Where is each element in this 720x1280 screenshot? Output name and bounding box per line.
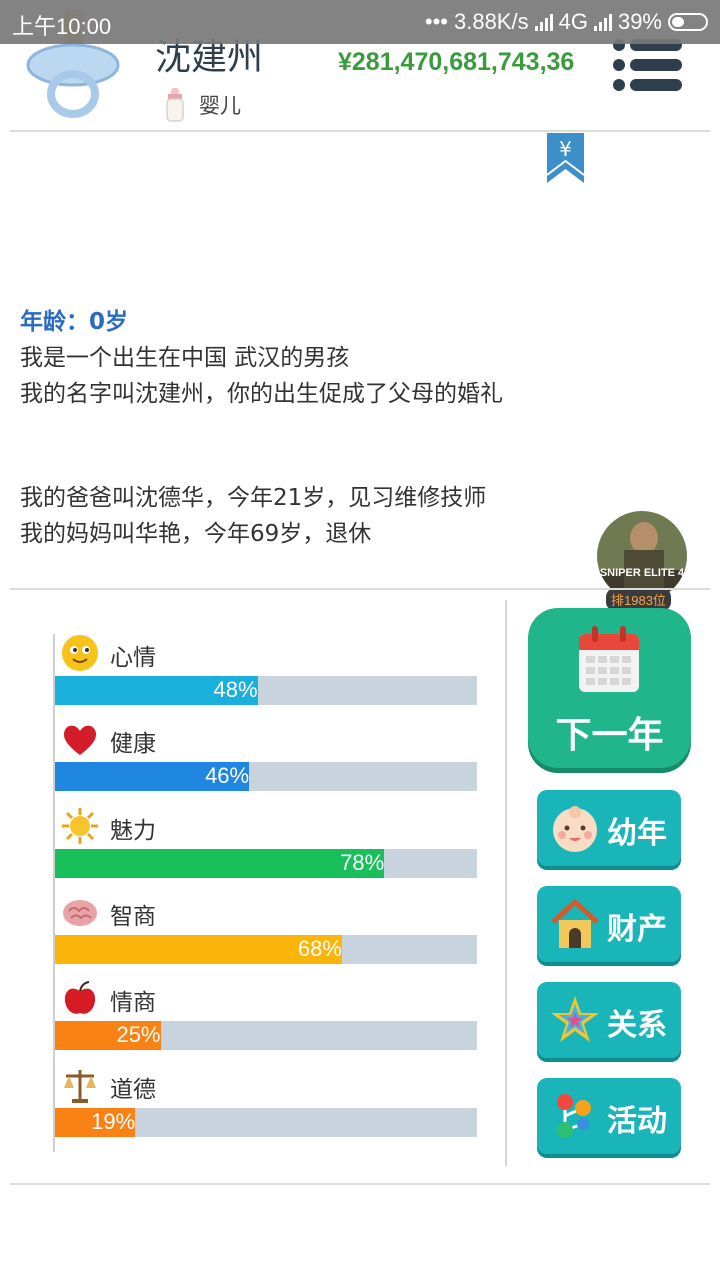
life-stage-label: 婴儿 (199, 94, 241, 118)
status-bar: 上午10:00 ••• 3.88K/s 4G 39% (0, 0, 720, 44)
battery-percent: 39% (617, 9, 662, 34)
story-line: 我的名字叫沈建州，你的出生促成了父母的婚礼 (20, 381, 503, 407)
next-year-label: 下一年 (555, 715, 664, 756)
sun-icon (62, 807, 98, 844)
signal-icon-2 (593, 13, 612, 31)
apple-icon (64, 981, 96, 1014)
stat-label: 道德 (110, 1076, 156, 1103)
story-block-2: 我的爸爸叫沈德华，今年21岁，见习维修技师 我的妈妈叫华艳，今年69岁，退休 (20, 480, 486, 552)
money-balance: ¥281,470,681,743,36 (338, 48, 575, 76)
stat-bar-fill: 78% (55, 848, 385, 878)
relations-label: 关系 (607, 1008, 667, 1043)
network-speed: 3.88K/s (453, 9, 529, 34)
age-line: 年龄：0岁 (20, 309, 129, 335)
signal-icon (534, 13, 553, 31)
stat-bar-fill: 25% (55, 1021, 161, 1051)
heart-icon (63, 725, 97, 756)
list-menu-icon (613, 39, 682, 91)
life-stage: 婴儿 (165, 88, 241, 122)
stat-bar-track: 48% (55, 676, 477, 705)
story-line: 我的妈妈叫华艳，今年69岁，退休 (20, 521, 372, 547)
stat-percent: 19% (91, 1108, 136, 1134)
stat-bar-fill: 19% (55, 1107, 136, 1137)
battery-icon (668, 13, 708, 31)
stat-percent: 78% (340, 849, 385, 875)
status-indicators: ••• 3.88K/s 4G 39% (425, 9, 708, 35)
yen-bookmark-button[interactable]: ¥ (547, 133, 584, 183)
scales-icon (64, 1069, 96, 1103)
stat-row: 健康 46% (55, 720, 477, 806)
header-divider (10, 130, 710, 132)
stat-row: 心情 48% (55, 634, 477, 720)
game-title: SNIPER ELITE 4 (600, 567, 685, 579)
house-icon (551, 899, 599, 948)
baby-face-icon (553, 806, 597, 852)
brain-icon (63, 899, 97, 926)
menu-button[interactable] (612, 38, 684, 92)
stat-bar-track: 68% (55, 934, 477, 964)
stat-row: 情商 25% (55, 979, 477, 1065)
activities-label: 活动 (607, 1104, 667, 1139)
baby-bottle-icon (166, 88, 184, 122)
stat-label: 健康 (110, 731, 156, 758)
stat-label: 情商 (110, 990, 156, 1017)
stat-bar-fill: 46% (55, 762, 250, 792)
stat-bar-track: 19% (55, 1107, 477, 1137)
story-line: 我是一个出生在中国 武汉的男孩 (20, 345, 350, 371)
next-year-button[interactable]: 下一年 (528, 608, 691, 768)
stat-bar-fill: 48% (55, 676, 258, 705)
yen-symbol: ¥ (559, 137, 572, 161)
story-divider (10, 588, 710, 590)
stat-percent: 46% (205, 763, 250, 789)
activities-button[interactable]: 活动 (537, 1078, 681, 1154)
story-line: 我的爸爸叫沈德华，今年21岁，见习维修技师 (20, 485, 487, 511)
childhood-button[interactable]: 幼年 (537, 790, 681, 866)
stat-bar-track: 25% (55, 1021, 477, 1051)
stat-row: 智商 68% (55, 893, 477, 979)
stat-percent: 68% (297, 935, 342, 961)
stat-bar-fill: 68% (55, 934, 342, 964)
network-type: 4G (558, 9, 588, 34)
stat-percent: 25% (116, 1022, 161, 1048)
star-icon (551, 996, 599, 1042)
stat-label: 智商 (110, 903, 156, 930)
stat-label: 心情 (110, 645, 156, 671)
stat-row: 道德 19% (55, 1066, 477, 1152)
bottom-divider (10, 1183, 710, 1185)
childhood-label: 幼年 (607, 816, 667, 851)
stat-label: 魅力 (110, 817, 156, 844)
relations-button[interactable]: 关系 (537, 982, 681, 1058)
assets-label: 财产 (607, 912, 667, 947)
smiley-face-icon (62, 635, 98, 671)
dots-activity-icon (557, 1094, 591, 1138)
stat-bar-track: 78% (55, 848, 477, 878)
panel-divider (505, 600, 507, 1166)
story-block-1: 年龄：0岁 我是一个出生在中国 武汉的男孩 我的名字叫沈建州，你的出生促成了父母… (20, 304, 503, 412)
stat-bar-track: 46% (55, 762, 477, 792)
calendar-icon (579, 626, 639, 692)
status-time: 上午10:00 (12, 14, 112, 39)
assets-button[interactable]: 财产 (537, 886, 681, 962)
stat-percent: 48% (213, 677, 258, 702)
stat-row: 魅力 78% (55, 807, 477, 893)
more-dots-icon: ••• (424, 9, 448, 34)
